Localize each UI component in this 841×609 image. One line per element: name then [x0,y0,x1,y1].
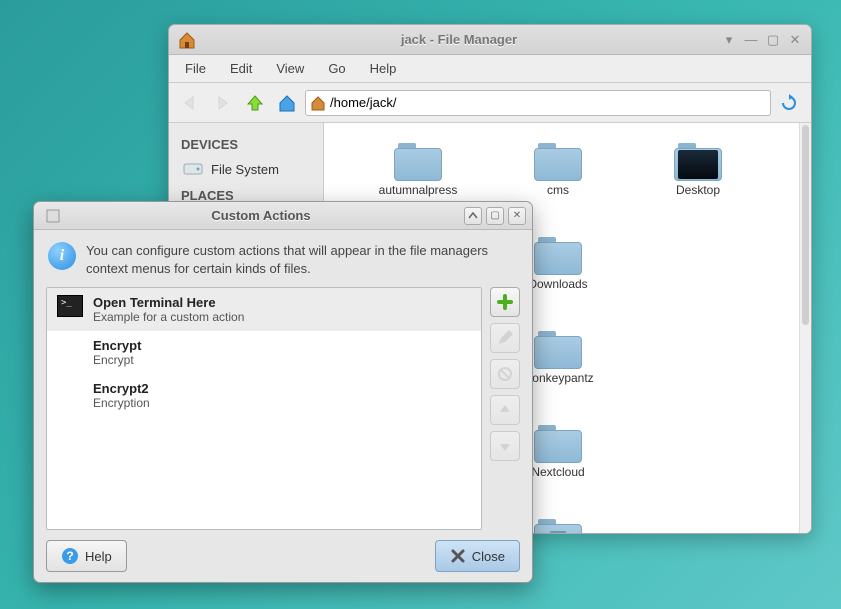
sidebar-devices-header: DEVICES [169,131,323,156]
menu-view[interactable]: View [266,57,314,80]
help-button-label: Help [85,549,112,564]
menu-help[interactable]: Help [360,57,407,80]
fm-title: jack - File Manager [203,32,715,47]
ca-title: Custom Actions [62,208,460,223]
ca-action-row[interactable]: EncryptEncrypt [47,331,481,374]
sidebar-item-label: File System [211,162,279,177]
terminal-icon [57,295,83,317]
folder-icon [534,423,582,463]
move-down-button[interactable] [490,431,520,461]
svg-text:?: ? [66,549,73,563]
drive-icon [183,161,203,177]
close-icon[interactable]: ✕ [787,32,803,48]
info-icon: i [48,242,76,270]
custom-actions-dialog: Custom Actions ▢ ✕ i You can configure c… [33,201,533,583]
fm-titlebar[interactable]: jack - File Manager ▾ — ▢ ✕ [169,25,811,55]
desktop-folder-icon [674,141,722,181]
delete-action-button[interactable] [490,359,520,389]
fm-item-label: monkeypantz [522,371,593,385]
maximize-button[interactable]: ▢ [486,207,504,225]
ca-row-desc: Encryption [93,396,150,410]
ca-row-desc: Encrypt [93,353,141,367]
fm-toolbar [169,83,811,123]
forward-button[interactable] [209,89,237,117]
ca-action-row[interactable]: Encrypt2Encryption [47,374,481,417]
sidebar-item-filesystem[interactable]: File System [169,156,323,182]
menu-edit[interactable]: Edit [220,57,262,80]
path-input[interactable] [330,95,766,110]
app-icon [44,207,62,225]
ca-footer: ? Help Close [34,530,532,582]
folder-icon [534,235,582,275]
ca-row-title: Encrypt2 [93,381,150,396]
fm-menubar: File Edit View Go Help [169,55,811,83]
shade-button[interactable] [464,207,482,225]
fm-item-label: Nextcloud [531,465,584,479]
trash-folder-icon [534,517,582,533]
add-action-button[interactable] [490,287,520,317]
folder-icon [394,141,442,181]
blank-icon [57,338,83,360]
close-button-label: Close [472,549,505,564]
path-bar[interactable] [305,90,771,116]
ca-info: i You can configure custom actions that … [34,230,532,287]
fm-item-label: autumnalpress [379,183,458,197]
ca-action-row[interactable]: Open Terminal HereExample for a custom a… [47,288,481,331]
fm-item-label: Downloads [528,277,587,291]
home-button[interactable] [273,89,301,117]
move-up-button[interactable] [490,395,520,425]
ca-row-title: Encrypt [93,338,141,353]
fm-item-label: cms [547,183,569,197]
ca-side-buttons [490,287,522,530]
ca-row-title: Open Terminal Here [93,295,244,310]
blank-icon [57,381,83,403]
help-button[interactable]: ? Help [46,540,127,572]
edit-action-button[interactable] [490,323,520,353]
home-icon [177,30,197,50]
close-x-icon [450,548,466,564]
close-button[interactable]: ✕ [508,207,526,225]
close-dialog-button[interactable]: Close [435,540,520,572]
caret-down-icon[interactable]: ▾ [721,32,737,48]
ca-titlebar[interactable]: Custom Actions ▢ ✕ [34,202,532,230]
menu-file[interactable]: File [175,57,216,80]
fm-item-label: Desktop [676,183,720,197]
ca-row-desc: Example for a custom action [93,310,244,324]
menu-go[interactable]: Go [318,57,355,80]
reload-button[interactable] [775,89,803,117]
help-icon: ? [61,547,79,565]
ca-action-list[interactable]: Open Terminal HereExample for a custom a… [46,287,482,530]
fm-scrollbar[interactable] [799,123,811,533]
up-button[interactable] [241,89,269,117]
home-path-icon [310,95,326,111]
back-button[interactable] [177,89,205,117]
folder-icon [534,141,582,181]
fm-item[interactable]: Desktop [628,141,768,227]
maximize-icon[interactable]: ▢ [765,32,781,48]
folder-icon [534,329,582,369]
minimize-icon[interactable]: — [743,32,759,48]
ca-info-text: You can configure custom actions that wi… [86,242,518,277]
